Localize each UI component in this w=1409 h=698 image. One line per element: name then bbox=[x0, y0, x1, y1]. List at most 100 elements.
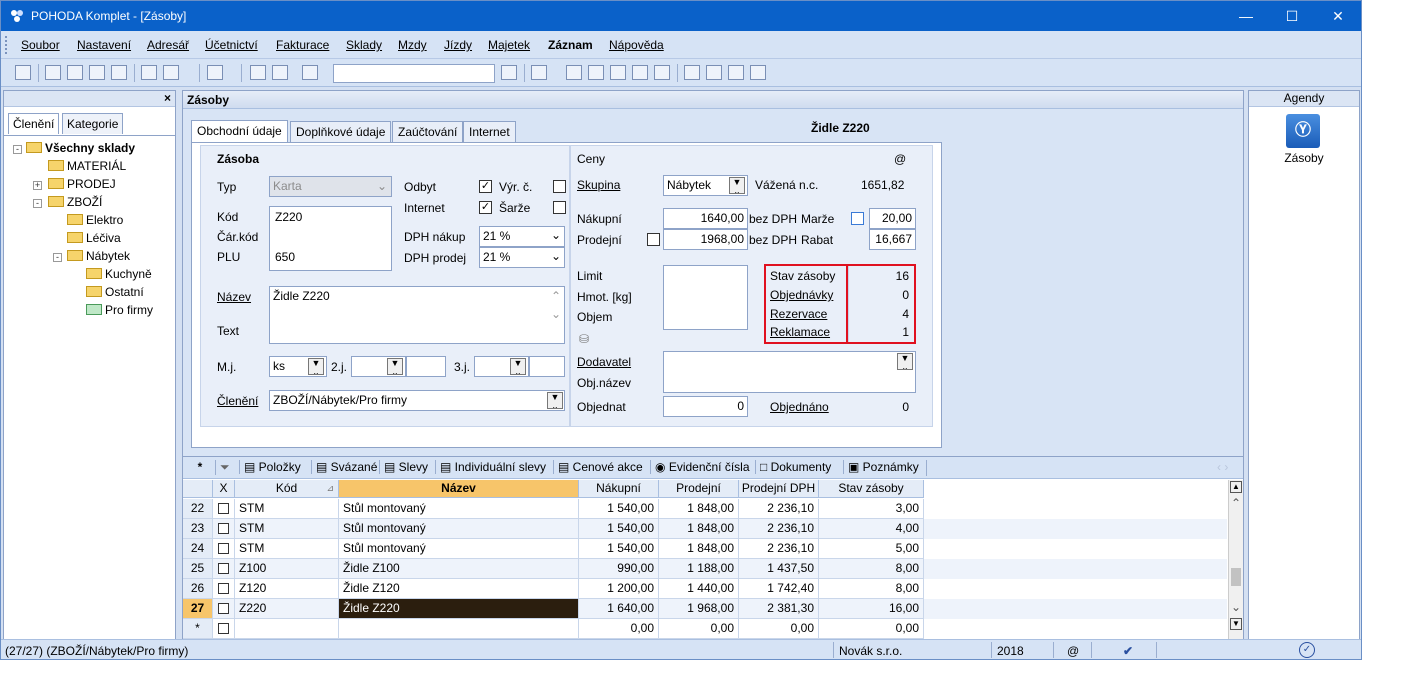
row-checkbox[interactable] bbox=[213, 499, 235, 519]
tab-doplnkove-udaje[interactable]: Doplňkové údaje bbox=[290, 121, 392, 142]
menu-ucetnictvi[interactable]: Účetnictví bbox=[205, 38, 258, 52]
row-number[interactable]: 22 bbox=[183, 499, 213, 519]
cell-prod[interactable]: 1 848,00 bbox=[659, 499, 739, 519]
row-number[interactable]: 23 bbox=[183, 519, 213, 539]
cell-dph[interactable]: 2 236,10 bbox=[739, 499, 819, 519]
tab-svazane[interactable]: ▤ Svázané bbox=[311, 460, 377, 474]
row-checkbox[interactable] bbox=[213, 539, 235, 559]
tree-node[interactable]: Všechny sklady bbox=[26, 141, 135, 155]
cell-nak[interactable]: 1 540,00 bbox=[579, 499, 659, 519]
scroll-up-icon[interactable]: ⌃ bbox=[1229, 496, 1243, 510]
rezervace-link[interactable]: Rezervace bbox=[770, 307, 827, 321]
list-icon[interactable] bbox=[706, 65, 722, 80]
cell-stav[interactable]: 4,00 bbox=[819, 519, 924, 539]
checkbox-icon[interactable] bbox=[218, 523, 229, 534]
objednavky-link[interactable]: Objednávky bbox=[770, 288, 833, 302]
cell-nazev[interactable] bbox=[339, 619, 579, 639]
menu-adresar[interactable]: Adresář bbox=[147, 38, 189, 52]
grid-icon[interactable] bbox=[632, 65, 648, 80]
cell-kod[interactable]: Z120 bbox=[235, 579, 339, 599]
vyrc-checkbox[interactable] bbox=[553, 180, 566, 193]
cell-kod[interactable]: Z100 bbox=[235, 559, 339, 579]
filter-icon[interactable] bbox=[501, 65, 517, 80]
collapse-icon[interactable]: - bbox=[53, 253, 62, 262]
filter-icon[interactable]: ⏷ bbox=[215, 460, 237, 475]
iban-icon[interactable] bbox=[654, 65, 670, 80]
dots-button-icon[interactable]: ▼.. bbox=[729, 177, 745, 195]
column-header-nazev[interactable]: Název bbox=[339, 480, 579, 498]
dots-button-icon[interactable]: ▼.. bbox=[308, 358, 324, 376]
menu-jizdy[interactable]: Jízdy bbox=[444, 38, 472, 52]
dots-button-icon[interactable]: ▼.. bbox=[510, 358, 526, 376]
cell-nak[interactable]: 0,00 bbox=[579, 619, 659, 639]
dph-prodej-select[interactable]: 21 % ⌄ bbox=[479, 247, 565, 268]
collapse-icon[interactable]: - bbox=[33, 199, 42, 208]
menu-sklady[interactable]: Sklady bbox=[346, 38, 382, 52]
tab-individualni-slevy[interactable]: ▤ Individuální slevy bbox=[435, 460, 546, 474]
wand-icon[interactable] bbox=[163, 65, 179, 80]
column-header-kod[interactable]: Kód ⊿ bbox=[235, 480, 339, 498]
dph-nakup-select[interactable]: 21 % ⌄ bbox=[479, 226, 565, 247]
nakupni-field[interactable]: 1640,00 bbox=[663, 208, 748, 229]
cell-nak[interactable]: 1 540,00 bbox=[579, 519, 659, 539]
cell-nazev[interactable]: Stůl montovaný bbox=[339, 519, 579, 539]
collapse-icon[interactable]: - bbox=[13, 145, 22, 154]
cell-dph[interactable]: 2 381,30 bbox=[739, 599, 819, 619]
cell-dph[interactable]: 2 236,10 bbox=[739, 539, 819, 559]
tree-node[interactable]: Ostatní bbox=[86, 285, 144, 299]
checkbox-icon[interactable] bbox=[218, 503, 229, 514]
table-row[interactable]: 24 STM Stůl montovaný 1 540,00 1 848,00 2 236… bbox=[183, 539, 1227, 559]
zasoby-agenda-icon[interactable]: Ⓨ bbox=[1286, 114, 1320, 148]
scroll-to-bottom-icon[interactable]: ▼ bbox=[1230, 618, 1242, 630]
tree-node[interactable]: Nábytek bbox=[67, 249, 130, 263]
dots-button-icon[interactable]: ▼.. bbox=[547, 392, 563, 410]
column-header-nakupni[interactable]: Nákupní bbox=[579, 480, 659, 498]
tab-obchodni-udaje[interactable]: Obchodní údaje bbox=[191, 120, 288, 143]
row-number[interactable]: 25 bbox=[183, 559, 213, 579]
cell-stav[interactable]: 3,00 bbox=[819, 499, 924, 519]
dodavatel-field[interactable] bbox=[663, 351, 916, 393]
typ-select[interactable]: Karta ⌄ bbox=[269, 176, 392, 197]
limit-weight-volume-field[interactable] bbox=[663, 265, 748, 330]
scrollbar-thumb[interactable] bbox=[1231, 568, 1241, 586]
cell-stav[interactable]: 8,00 bbox=[819, 559, 924, 579]
minimize-button[interactable]: — bbox=[1223, 1, 1269, 31]
column-header-prodejni-dph[interactable]: Prodejní DPH bbox=[739, 480, 819, 498]
tab-internet[interactable]: Internet bbox=[463, 121, 516, 142]
menu-soubor[interactable]: Soubor bbox=[21, 38, 60, 52]
scroll-to-top-icon[interactable]: ▲ bbox=[1230, 481, 1242, 493]
tree-node[interactable]: Léčiva bbox=[67, 231, 121, 245]
row-number[interactable]: 26 bbox=[183, 579, 213, 599]
column-header-x[interactable]: X bbox=[213, 480, 235, 498]
menu-majetek[interactable]: Majetek bbox=[488, 38, 530, 52]
tab-slevy[interactable]: ▤ Slevy bbox=[379, 460, 428, 474]
cell-kod[interactable]: Z220 bbox=[235, 599, 339, 619]
checkbox-icon[interactable] bbox=[218, 623, 229, 634]
cell-nazev[interactable]: Židle Z100 bbox=[339, 559, 579, 579]
dots-button-icon[interactable]: ▼.. bbox=[387, 358, 403, 376]
mj2-ratio-field[interactable] bbox=[406, 356, 446, 377]
folder-icon[interactable] bbox=[531, 65, 547, 80]
checkbox-icon[interactable] bbox=[218, 583, 229, 594]
row-checkbox[interactable] bbox=[213, 579, 235, 599]
table-row[interactable]: 26 Z120 Židle Z120 1 200,00 1 440,00 1 742,40… bbox=[183, 579, 1227, 599]
tab-dokumenty[interactable]: □ Dokumenty bbox=[755, 460, 831, 474]
cell-stav[interactable]: 0,00 bbox=[819, 619, 924, 639]
cell-stav[interactable]: 16,00 bbox=[819, 599, 924, 619]
close-button[interactable]: ✕ bbox=[1315, 1, 1361, 31]
scroll-up-icon[interactable]: ⌃ bbox=[551, 289, 561, 303]
tab-cleneni[interactable]: Členění bbox=[8, 113, 60, 134]
tab-zauctovani[interactable]: Zaúčtování bbox=[392, 121, 464, 142]
tree-node[interactable]: Kuchyně bbox=[86, 267, 152, 281]
checkbox-icon[interactable] bbox=[218, 603, 229, 614]
tree-node-selected[interactable]: Pro firmy bbox=[86, 303, 153, 317]
scroll-down-icon[interactable]: ⌄ bbox=[1229, 600, 1243, 614]
menu-zaznam[interactable]: Záznam bbox=[548, 38, 593, 52]
checkbox-icon[interactable] bbox=[218, 563, 229, 574]
cell-prod[interactable]: 1 848,00 bbox=[659, 519, 739, 539]
menu-nastaveni[interactable]: Nastavení bbox=[77, 38, 131, 52]
cell-dph[interactable]: 1 437,50 bbox=[739, 559, 819, 579]
exit-icon[interactable] bbox=[15, 65, 31, 80]
print-reports-icon[interactable] bbox=[111, 65, 127, 80]
cell-prod[interactable]: 1 440,00 bbox=[659, 579, 739, 599]
